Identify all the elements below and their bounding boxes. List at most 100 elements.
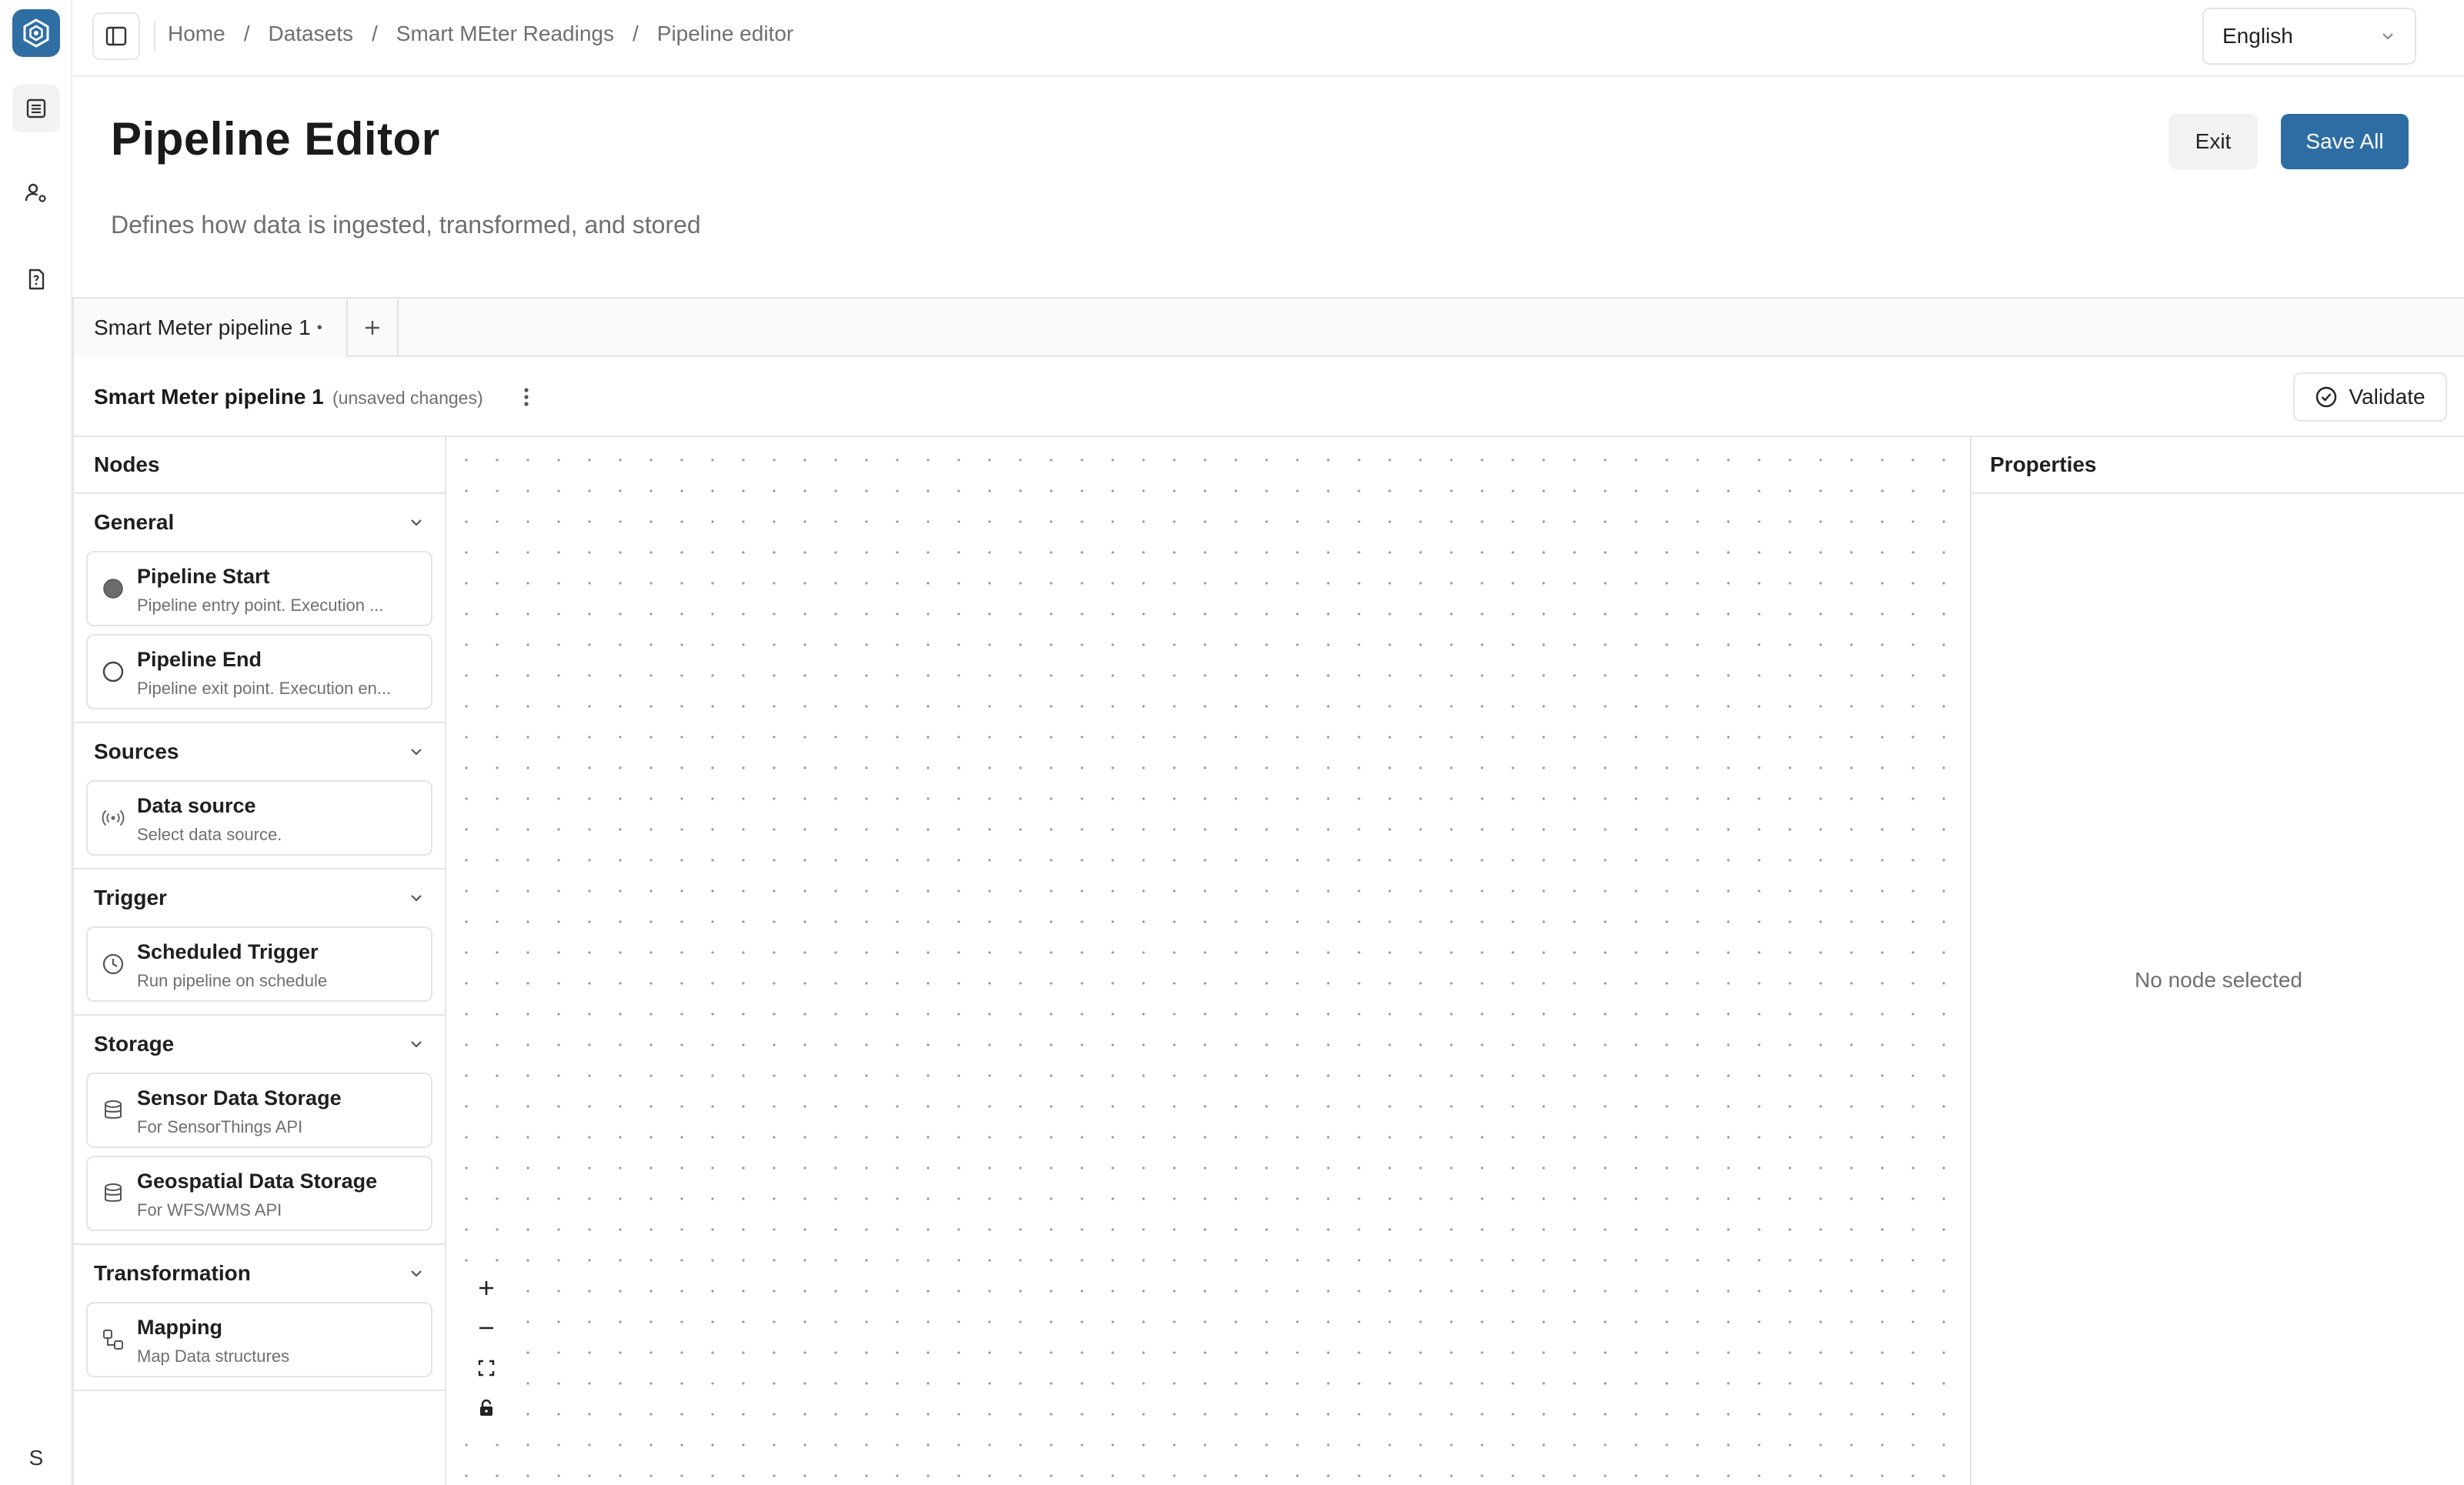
unsaved-dot: •	[316, 319, 322, 336]
sidebar-toggle-button[interactable]	[92, 12, 140, 60]
group-title: Transformation	[94, 1261, 251, 1285]
pipeline-header: Smart Meter pipeline 1 (unsaved changes)…	[74, 357, 2464, 437]
node-pipeline-start[interactable]: Pipeline Start Pipeline entry point. Exe…	[86, 551, 432, 626]
node-subtitle: For SensorThings API	[137, 1117, 303, 1136]
plus-icon	[479, 1281, 493, 1295]
node-subtitle: Select data source.	[137, 825, 282, 844]
minus-icon	[479, 1326, 493, 1330]
properties-panel: Properties No node selected	[1972, 437, 2464, 1485]
pipeline-menu-button[interactable]	[512, 382, 540, 412]
zoom-in-button[interactable]	[465, 1268, 508, 1308]
hollow-circle-icon	[100, 659, 126, 685]
node-title: Geospatial Data Storage	[137, 1170, 378, 1193]
node-title: Mapping	[137, 1316, 222, 1339]
user-avatar[interactable]: S	[12, 1434, 60, 1482]
properties-empty-state: No node selected	[2135, 968, 2302, 992]
chevron-down-icon	[411, 895, 422, 902]
nodes-panel: Nodes General Pipeline Start Pipeline en…	[74, 437, 446, 1485]
lock-icon	[480, 1399, 492, 1416]
chevron-down-icon	[411, 1041, 422, 1048]
check-circle-icon	[2316, 386, 2337, 408]
node-subtitle: Pipeline entry point. Execution ...	[137, 596, 384, 615]
tab-label: Smart Meter pipeline 1	[94, 315, 311, 339]
node-group-header[interactable]: Sources	[74, 723, 445, 780]
more-vertical-icon	[524, 388, 529, 406]
breadcrumb-separator: /	[632, 22, 639, 45]
breadcrumb: Home / Datasets / Smart MEter Readings /…	[168, 22, 793, 46]
rail-user-settings-button[interactable]	[12, 169, 60, 217]
lock-canvas-button[interactable]	[465, 1388, 508, 1428]
node-group-header[interactable]: Trigger	[74, 869, 445, 926]
chevron-down-icon	[411, 749, 422, 756]
rail-help-button[interactable]	[12, 255, 60, 303]
node-group-trigger: Trigger Scheduled Trigger Run pipeline o…	[74, 869, 445, 1016]
node-subtitle: Map Data structures	[137, 1347, 290, 1366]
validate-label: Validate	[2349, 385, 2426, 409]
breadcrumb-datasets[interactable]: Datasets	[268, 22, 353, 46]
breadcrumb-separator: /	[243, 22, 250, 45]
plus-icon	[366, 321, 379, 335]
node-title: Data source	[137, 794, 256, 817]
language-value: English	[2222, 24, 2293, 48]
pipeline-editor: Smart Meter pipeline 1 • Smart Meter pip…	[72, 297, 2464, 1485]
chevron-down-icon	[411, 519, 422, 526]
topbar-divider	[154, 22, 155, 52]
node-sensor-data-storage[interactable]: Sensor Data Storage For SensorThings API	[86, 1073, 432, 1148]
top-bar: Home / Datasets / Smart MEter Readings /…	[72, 0, 2464, 77]
breadcrumb-separator: /	[371, 22, 378, 45]
database-icon	[100, 1180, 126, 1206]
add-tab-button[interactable]	[348, 299, 399, 357]
zoom-out-button[interactable]	[465, 1308, 508, 1348]
node-title: Sensor Data Storage	[137, 1086, 342, 1110]
node-group-general: General Pipeline Start Pipeline entry po…	[74, 494, 445, 723]
node-data-source[interactable]: Data source Select data source.	[86, 780, 432, 856]
breadcrumb-home[interactable]: Home	[168, 22, 225, 46]
broadcast-icon	[100, 805, 126, 831]
language-select[interactable]: English	[2202, 8, 2416, 65]
nodes-panel-title: Nodes	[74, 437, 445, 494]
clock-icon	[100, 951, 126, 977]
tab-pipeline-1[interactable]: Smart Meter pipeline 1 •	[74, 299, 348, 357]
page-description: Defines how data is ingested, transforme…	[111, 211, 701, 239]
node-group-header[interactable]: Storage	[74, 1016, 445, 1073]
node-pipeline-end[interactable]: Pipeline End Pipeline exit point. Execut…	[86, 634, 432, 709]
node-mapping[interactable]: Mapping Map Data structures	[86, 1302, 432, 1377]
canvas-controls	[465, 1268, 508, 1428]
node-group-header[interactable]: General	[74, 494, 445, 551]
group-title: Trigger	[94, 886, 167, 909]
save-all-button[interactable]: Save All	[2281, 114, 2409, 169]
user-initial: S	[28, 1446, 44, 1470]
node-group-header[interactable]: Transformation	[74, 1245, 445, 1302]
node-subtitle: Pipeline exit point. Execution en...	[137, 679, 392, 698]
sidebar-panel-icon	[105, 26, 127, 46]
pipeline-canvas[interactable]	[446, 437, 1972, 1485]
pipeline-tab-bar: Smart Meter pipeline 1 •	[74, 299, 2464, 357]
mapping-icon	[100, 1326, 126, 1353]
node-subtitle: For WFS/WMS API	[137, 1200, 282, 1220]
validate-button[interactable]: Validate	[2293, 372, 2447, 422]
properties-title: Properties	[1972, 437, 2464, 494]
pipeline-status: (unsaved changes)	[332, 388, 483, 408]
logo-icon	[23, 18, 49, 48]
node-geospatial-data-storage[interactable]: Geospatial Data Storage For WFS/WMS API	[86, 1156, 432, 1231]
group-title: Storage	[94, 1032, 175, 1056]
page-title: Pipeline Editor	[111, 113, 440, 165]
node-title: Scheduled Trigger	[137, 940, 319, 963]
help-document-icon	[28, 269, 45, 290]
node-title: Pipeline Start	[137, 565, 270, 588]
breadcrumb-current: Pipeline editor	[656, 22, 794, 45]
node-scheduled-trigger[interactable]: Scheduled Trigger Run pipeline on schedu…	[86, 926, 432, 1002]
fit-view-button[interactable]	[465, 1348, 508, 1388]
app-logo[interactable]	[12, 9, 60, 57]
node-title: Pipeline End	[137, 648, 262, 671]
fullscreen-icon	[478, 1360, 495, 1377]
database-icon	[100, 1097, 126, 1123]
exit-button[interactable]: Exit	[2169, 114, 2258, 169]
group-title: General	[94, 510, 175, 534]
breadcrumb-dataset[interactable]: Smart MEter Readings	[396, 22, 614, 46]
rail-datasets-button[interactable]	[12, 85, 60, 132]
pipeline-name: Smart Meter pipeline 1	[94, 385, 324, 409]
group-title: Sources	[94, 739, 179, 763]
filled-circle-icon	[100, 576, 126, 602]
node-group-sources: Sources Data source Select data source.	[74, 723, 445, 869]
